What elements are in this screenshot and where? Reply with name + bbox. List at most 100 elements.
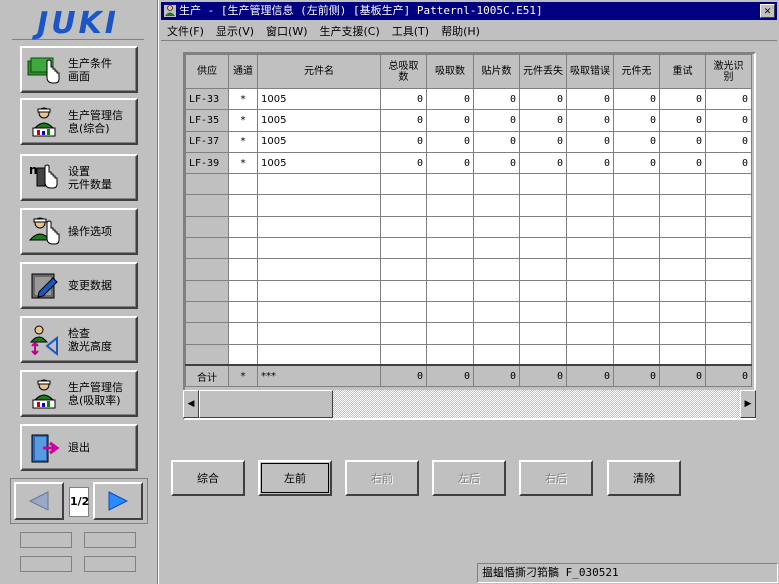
prev-page-button[interactable] <box>14 482 64 520</box>
table-cell[interactable] <box>659 215 706 239</box>
table-cell[interactable] <box>566 279 614 302</box>
table-cell[interactable] <box>185 343 229 366</box>
table-cell[interactable] <box>519 300 567 324</box>
table-cell[interactable] <box>705 343 752 366</box>
table-cell[interactable] <box>519 279 567 302</box>
table-cell[interactable] <box>705 258 752 281</box>
empty-row[interactable] <box>185 258 752 281</box>
table-cell[interactable] <box>228 279 258 302</box>
table-cell[interactable]: 0 <box>380 109 427 132</box>
table-cell[interactable] <box>380 343 427 366</box>
table-cell[interactable] <box>659 279 706 302</box>
table-cell[interactable] <box>257 322 381 345</box>
table-cell[interactable]: 0 <box>426 130 474 153</box>
table-cell[interactable] <box>705 322 752 345</box>
empty-row[interactable] <box>185 322 752 345</box>
table-cell[interactable]: LF-35 <box>185 109 229 132</box>
right-rear-button[interactable]: 右后 <box>519 460 593 496</box>
table-cell[interactable] <box>426 343 474 366</box>
table-cell[interactable]: 0 <box>566 130 614 153</box>
sidebar-item-change-data[interactable]: 变更数据 <box>20 262 138 309</box>
table-cell[interactable] <box>228 215 258 239</box>
table-cell[interactable] <box>613 343 660 366</box>
table-cell[interactable]: 0 <box>519 87 567 111</box>
total-button[interactable]: 综合 <box>171 460 245 496</box>
table-cell[interactable] <box>705 194 752 217</box>
table-cell[interactable] <box>426 237 474 260</box>
table-cell[interactable] <box>257 279 381 302</box>
table-cell[interactable] <box>185 215 229 239</box>
table-cell[interactable]: 1005 <box>257 109 381 132</box>
table-cell[interactable]: 0 <box>613 130 660 153</box>
table-cell[interactable] <box>380 194 427 217</box>
table-cell[interactable] <box>228 173 258 196</box>
table-cell[interactable] <box>705 300 752 324</box>
table-cell[interactable] <box>705 237 752 260</box>
table-cell[interactable] <box>659 300 706 324</box>
table-cell[interactable] <box>380 237 427 260</box>
column-header[interactable]: 吸取错误 <box>566 54 614 89</box>
table-cell[interactable] <box>659 194 706 217</box>
table-cell[interactable] <box>613 215 660 239</box>
table-cell[interactable]: 0 <box>473 151 520 175</box>
table-cell[interactable]: 0 <box>519 109 567 132</box>
table-cell[interactable]: 0 <box>566 109 614 132</box>
table-cell[interactable] <box>380 300 427 324</box>
table-row[interactable]: LF-33 * 1005 0 0 0 0 0 0 0 0 <box>185 87 752 111</box>
table-cell[interactable]: 0 <box>659 109 706 132</box>
table-cell[interactable] <box>566 194 614 217</box>
table-cell[interactable] <box>426 279 474 302</box>
column-header[interactable]: 吸取数 <box>426 54 474 89</box>
table-cell[interactable]: 0 <box>613 151 660 175</box>
close-button[interactable]: ✕ <box>760 4 775 18</box>
empty-row[interactable] <box>185 343 752 366</box>
table-cell[interactable] <box>185 300 229 324</box>
table-cell[interactable] <box>426 173 474 196</box>
table-cell[interactable]: 0 <box>566 151 614 175</box>
table-cell[interactable] <box>228 194 258 217</box>
table-cell[interactable]: 0 <box>380 130 427 153</box>
left-front-button[interactable]: 左前 <box>258 460 332 496</box>
table-cell[interactable] <box>613 173 660 196</box>
horizontal-scrollbar[interactable]: ◀ ▶ <box>183 390 756 418</box>
table-cell[interactable] <box>659 343 706 366</box>
table-cell[interactable]: * <box>228 151 258 175</box>
table-cell[interactable]: 0 <box>519 151 567 175</box>
table-cell[interactable] <box>519 343 567 366</box>
table-cell[interactable] <box>613 322 660 345</box>
table-cell[interactable]: 0 <box>566 87 614 111</box>
table-cell[interactable] <box>228 237 258 260</box>
sidebar-item-set-component-count[interactable]: n 设置 元件数量 <box>20 154 138 201</box>
table-cell[interactable] <box>473 258 520 281</box>
sidebar-item-exit[interactable]: 退出 <box>20 424 138 471</box>
table-cell[interactable]: * <box>228 109 258 132</box>
table-cell[interactable]: 0 <box>380 151 427 175</box>
table-cell[interactable] <box>566 215 614 239</box>
table-cell[interactable]: 0 <box>705 130 752 153</box>
table-cell[interactable] <box>426 194 474 217</box>
table-cell[interactable] <box>473 300 520 324</box>
table-cell[interactable] <box>257 237 381 260</box>
table-cell[interactable] <box>519 258 567 281</box>
column-header[interactable]: 激光识别 <box>705 54 752 89</box>
table-cell[interactable]: 0 <box>380 87 427 111</box>
table-cell[interactable] <box>519 322 567 345</box>
table-cell[interactable] <box>519 194 567 217</box>
table-cell[interactable] <box>659 237 706 260</box>
clear-button[interactable]: 清除 <box>607 460 681 496</box>
table-row[interactable]: LF-37 * 1005 0 0 0 0 0 0 0 0 <box>185 130 752 153</box>
table-cell[interactable] <box>228 322 258 345</box>
table-cell[interactable] <box>228 258 258 281</box>
column-header[interactable]: 通道 <box>228 54 258 89</box>
menu-help[interactable]: 帮助(H) <box>435 23 486 39</box>
table-cell[interactable]: 0 <box>705 109 752 132</box>
sidebar-item-production-conditions[interactable]: 生产条件 画面 <box>20 46 138 93</box>
table-cell[interactable] <box>257 173 381 196</box>
scroll-right-button[interactable]: ▶ <box>740 390 756 418</box>
right-front-button[interactable]: 右前 <box>345 460 419 496</box>
table-cell[interactable] <box>613 194 660 217</box>
table-cell[interactable] <box>473 322 520 345</box>
table-cell[interactable]: LF-37 <box>185 130 229 153</box>
table-cell[interactable]: 0 <box>426 151 474 175</box>
table-cell[interactable]: 0 <box>705 151 752 175</box>
